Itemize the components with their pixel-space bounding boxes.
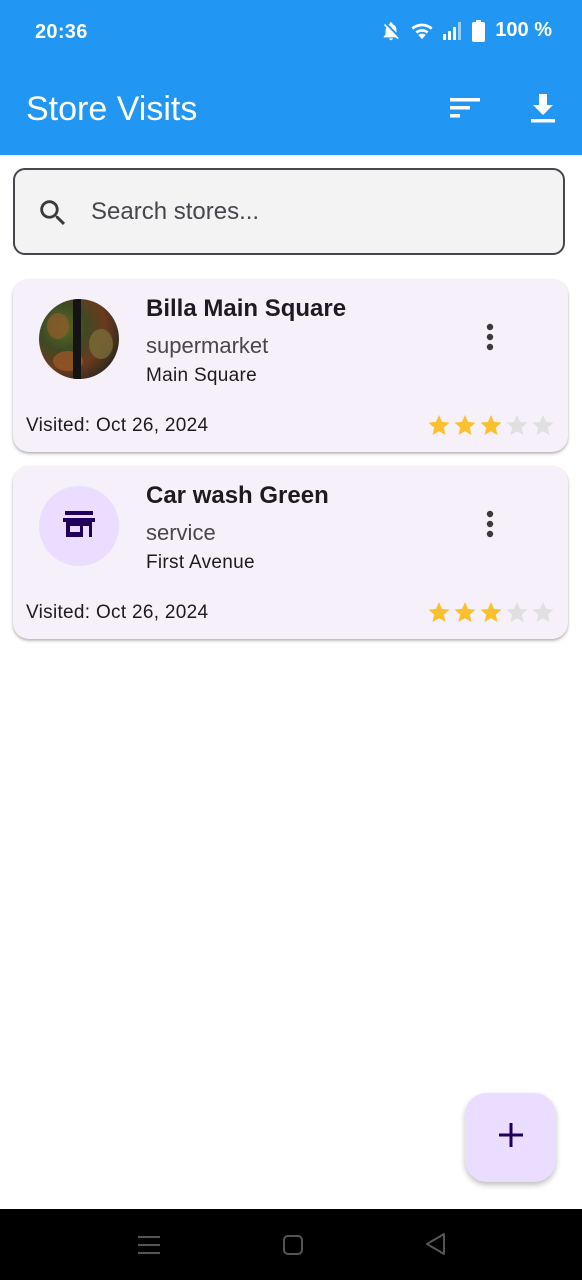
sort-icon — [449, 96, 481, 125]
store-name: Billa Main Square — [146, 295, 347, 322]
star-empty-icon — [506, 602, 528, 622]
star-empty-icon — [506, 415, 528, 435]
more-options-button[interactable] — [475, 317, 505, 361]
storefront-icon — [63, 510, 95, 543]
more-vert-icon — [486, 323, 494, 356]
store-card[interactable]: Billa Main Square supermarket Main Squar… — [13, 279, 568, 452]
store-photo — [39, 299, 119, 379]
battery-icon — [472, 19, 486, 42]
star-empty-icon — [532, 415, 554, 435]
store-address: First Avenue — [146, 552, 255, 573]
store-address: Main Square — [146, 365, 258, 386]
download-icon — [530, 93, 556, 128]
star-filled-icon — [428, 415, 450, 435]
store-card[interactable]: Car wash Green service First Avenue Visi… — [13, 466, 568, 639]
bell-off-icon — [380, 20, 402, 42]
search-input[interactable] — [91, 192, 531, 232]
search-box[interactable] — [13, 168, 565, 255]
star-rating — [427, 413, 555, 437]
star-filled-icon — [480, 415, 502, 435]
star-filled-icon — [480, 602, 502, 622]
more-options-button[interactable] — [475, 504, 505, 548]
plus-icon — [498, 1122, 524, 1153]
add-store-button[interactable] — [465, 1093, 556, 1182]
store-category: service — [146, 520, 216, 545]
search-icon — [36, 196, 70, 235]
back-triangle-icon[interactable] — [424, 1232, 446, 1261]
page-title: Store Visits — [26, 90, 198, 128]
signal-icon — [442, 21, 464, 41]
status-icons: 100 % — [380, 19, 552, 42]
store-category: supermarket — [146, 333, 269, 358]
visited-date: Visited: Oct 26, 2024 — [26, 602, 209, 623]
wifi-icon — [410, 20, 434, 42]
battery-percent: 100 % — [495, 19, 552, 41]
download-button[interactable] — [520, 88, 566, 132]
sort-button[interactable] — [442, 88, 488, 132]
visited-date: Visited: Oct 26, 2024 — [26, 415, 209, 436]
home-square-icon[interactable] — [282, 1234, 304, 1261]
store-name: Car wash Green — [146, 482, 329, 509]
star-rating — [427, 600, 555, 624]
star-empty-icon — [532, 602, 554, 622]
star-filled-icon — [454, 415, 476, 435]
status-time: 20:36 — [35, 21, 88, 43]
star-filled-icon — [428, 602, 450, 622]
menu-icon[interactable] — [137, 1234, 161, 1261]
more-vert-icon — [486, 510, 494, 543]
store-avatar — [39, 486, 119, 566]
star-filled-icon — [454, 602, 476, 622]
